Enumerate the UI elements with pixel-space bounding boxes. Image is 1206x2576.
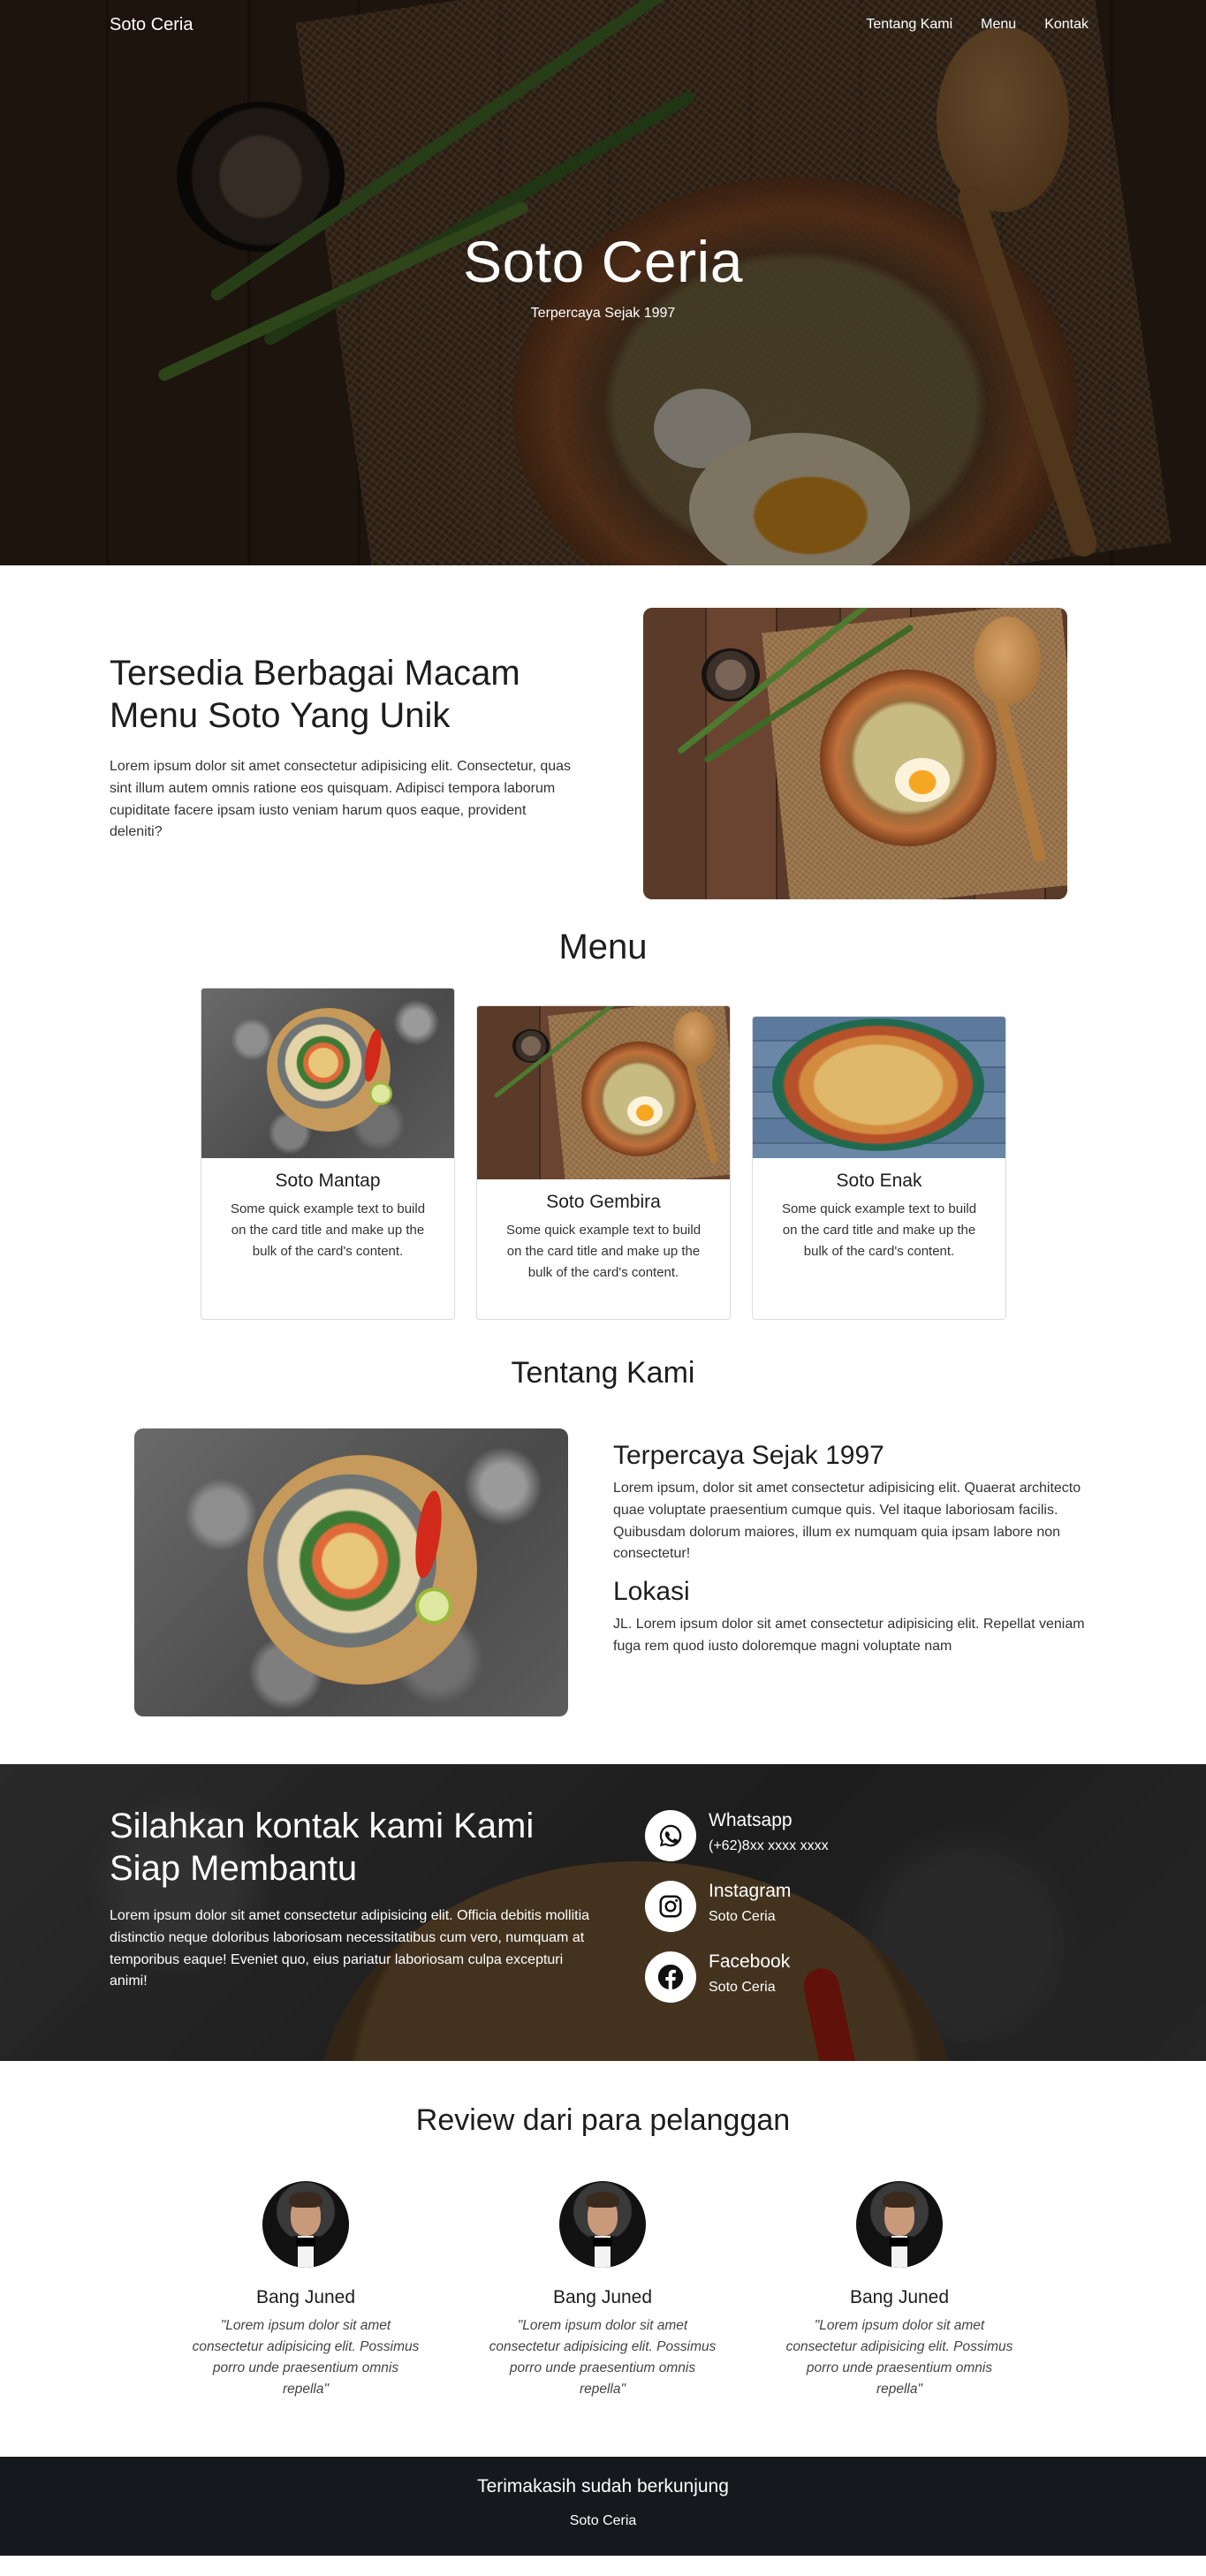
review-quote: "Lorem ipsum dolor sit amet consectetur … [489,2318,717,2398]
intro-text: Lorem ipsum dolor sit amet consectetur a… [110,759,572,840]
menu-card-soto-enak[interactable]: Soto Enak Some quick example text to bui… [752,1016,1006,1320]
contact-instagram[interactable]: Instagram Soto Ceria [645,1881,791,1932]
about-heading-since: Terpercaya Sejak 1997 [613,1441,884,1470]
navbar: Soto Ceria Tentang Kami Menu Kontak [0,0,1206,49]
avatar [856,2181,943,2268]
menu-title: Menu [558,928,648,966]
facebook-icon [645,1951,696,2003]
about-text-since: Lorem ipsum, dolor sit amet consectetur … [613,1481,1081,1562]
avatar [262,2181,349,2268]
hero-section: Soto Ceria Tentang Kami Menu Kontak Soto… [0,0,1206,565]
hero-subtitle: Terpercaya Sejak 1997 [530,306,676,321]
reviews-section: Review dari para pelanggan Bang Juned "L… [0,2061,1206,2457]
nav-link-kontak[interactable]: Kontak [1044,17,1088,33]
nav-link-tentang-kami[interactable]: Tentang Kami [866,17,952,33]
avatar [559,2181,646,2268]
nav-links: Tentang Kami Menu Kontak [866,17,1088,33]
menu-card-soto-mantap[interactable]: Soto Mantap Some quick example text to b… [201,988,455,1320]
reviewer-name: Bang Juned [552,2287,653,2307]
intro-heading: Tersedia Berbagai Macam Menu Soto Yang U… [110,654,520,735]
contact-item-value: Soto Ceria [709,1909,776,1924]
nav-link-menu[interactable]: Menu [981,17,1016,33]
instagram-icon [645,1881,696,1932]
contact-item-title: Facebook [709,1951,791,1972]
contact-item-value: (+62)8xx xxxx xxxx [709,1838,829,1853]
card-title: Soto Mantap [275,1171,381,1191]
contact-item-title: Instagram [709,1881,792,1901]
contact-heading: Silahkan kontak kami Kami Siap Membantu [110,1807,535,1888]
hero-title: Soto Ceria [463,229,743,294]
whatsapp-icon [645,1810,696,1861]
navbar-brand[interactable]: Soto Ceria [110,15,193,35]
review-card: Bang Juned "Lorem ipsum dolor sit amet c… [785,2181,1014,2400]
review-quote: "Lorem ipsum dolor sit amet consectetur … [785,2318,1013,2398]
card-title: Soto Gembira [546,1192,661,1212]
contact-item-value: Soto Ceria [709,1980,776,1995]
intro-soto-image [643,608,1067,899]
review-card: Bang Juned "Lorem ipsum dolor sit amet c… [488,2181,717,2400]
about-title: Tentang Kami [511,1356,695,1390]
intro-section: Tersedia Berbagai Macam Menu Soto Yang U… [0,565,1206,903]
footer-thanks: Terimakasih sudah berkunjung [477,2476,729,2496]
reviewer-name: Bang Juned [849,2287,950,2307]
about-section: Tentang Kami Terpercaya Sejak 1997 Lorem… [0,1322,1206,1764]
card-text: Some quick example text to build on the … [505,1223,702,1280]
hero-text: Soto Ceria Terpercaya Sejak 1997 [0,228,1206,322]
about-soto-image [134,1428,568,1716]
contact-section: Silahkan kontak kami Kami Siap Membantu … [0,1764,1206,2061]
reviewer-name: Bang Juned [255,2287,356,2307]
about-heading-location: Lokasi [613,1577,690,1606]
contact-item-title: Whatsapp [709,1810,793,1830]
card-image [753,1017,1005,1158]
contact-whatsapp[interactable]: Whatsapp (+62)8xx xxxx xxxx [645,1810,829,1861]
card-title: Soto Enak [836,1171,922,1191]
footer: Terimakasih sudah berkunjung Soto Ceria [0,2457,1206,2556]
contact-facebook[interactable]: Facebook Soto Ceria [645,1951,790,2003]
card-image [201,989,454,1158]
menu-card-soto-gembira[interactable]: Soto Gembira Some quick example text to … [476,1005,731,1320]
review-quote: "Lorem ipsum dolor sit amet consectetur … [192,2318,420,2398]
card-image [477,1006,730,1179]
card-text: Some quick example text to build on the … [781,1201,977,1259]
footer-brand: Soto Ceria [569,2513,637,2528]
review-card: Bang Juned "Lorem ipsum dolor sit amet c… [191,2181,421,2400]
card-text: Some quick example text to build on the … [230,1201,426,1259]
contact-text: Lorem ipsum dolor sit amet consectetur a… [110,1908,590,1989]
menu-section: Menu Soto Mantap Some quick example text… [0,903,1206,1322]
about-text-location: JL. Lorem ipsum dolor sit amet consectet… [613,1617,1085,1654]
reviews-title: Review dari para pelanggan [415,2103,791,2137]
